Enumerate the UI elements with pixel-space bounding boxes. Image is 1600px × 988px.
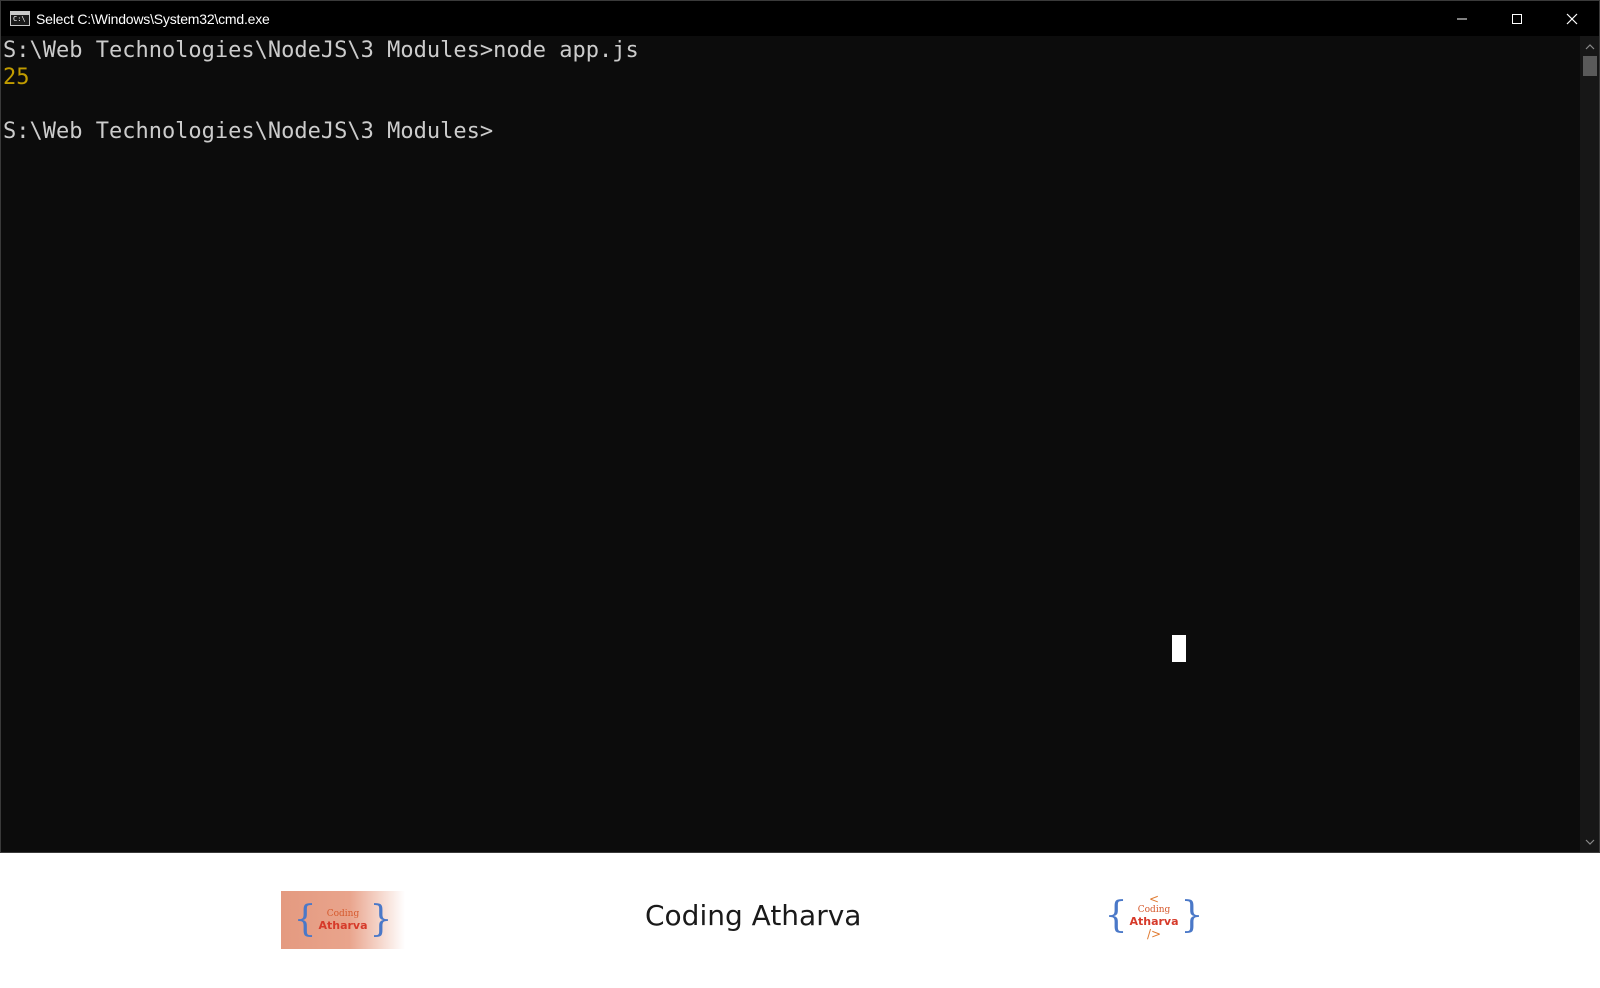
close-button[interactable] [1544,1,1599,36]
cmd-app-icon: C:\ [10,11,30,26]
cmd-window: C:\ Select C:\Windows\System32\cmd.exe S… [0,0,1600,853]
chevron-down-icon [1585,839,1594,845]
logo-small-text: Coding [1137,904,1171,915]
console-output[interactable]: S:\Web Technologies\NodeJS\3 Modules>nod… [1,36,1581,852]
window-controls [1434,1,1599,36]
logo-tag-close: /> [1146,926,1162,941]
window-title: Select C:\Windows\System32\cmd.exe [36,10,270,27]
logo-main-text: Atharva [318,918,368,932]
brace-open: { [293,899,317,940]
console-prompt-line: S:\Web Technologies\NodeJS\3 Modules> [3,119,494,144]
console-prompt-line: S:\Web Technologies\NodeJS\3 Modules>nod… [3,38,639,63]
logo-tag-open: < [1148,891,1160,906]
coding-atharva-logo-left: { Coding Atharva } [281,891,405,949]
logo-main-text: Atharva [1129,914,1179,928]
logo-text-group: Coding Atharva [318,909,367,932]
scroll-up-button[interactable] [1580,38,1599,55]
scroll-down-button[interactable] [1580,833,1599,850]
channel-title: Coding Atharva [645,899,862,932]
text-cursor [1172,635,1186,662]
close-icon [1566,13,1577,24]
brace-open: { [1104,895,1128,936]
chevron-up-icon [1585,43,1594,49]
brace-close: } [1180,895,1204,936]
title-bar[interactable]: C:\ Select C:\Windows\System32\cmd.exe [1,1,1599,36]
logo-small-text: Coding [326,908,360,919]
coding-atharva-logo-right: { < Coding Atharva /> } [1105,883,1204,949]
minimize-button[interactable] [1434,1,1489,36]
scroll-thumb[interactable] [1583,56,1597,76]
video-footer: { Coding Atharva } Coding Atharva { < Co… [0,853,1600,988]
console-output-line: 25 [3,65,30,90]
minimize-icon [1456,18,1467,19]
logo-text-group: < Coding Atharva /> [1129,893,1178,940]
maximize-icon [1511,13,1522,24]
brace-close: } [369,899,393,940]
maximize-button[interactable] [1489,1,1544,36]
vertical-scrollbar[interactable] [1580,36,1599,852]
